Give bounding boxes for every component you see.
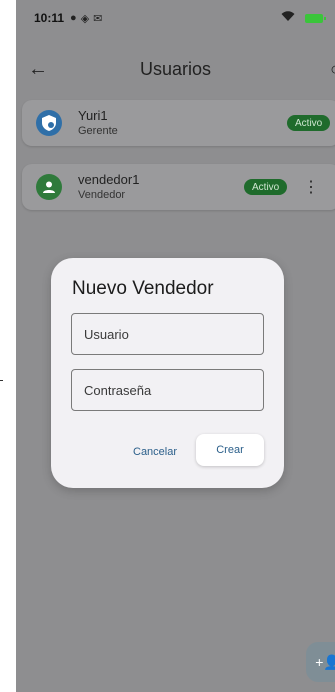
user-name: vendedor1 [78,172,140,187]
record-icon: ● [70,12,77,24]
status-time: 10:11 [34,11,65,25]
app-notification-icon: ◈ [80,12,90,25]
search-icon[interactable]: ○ [330,59,335,80]
user-name: Yuri1 [78,108,108,123]
mail-icon: ✉ [93,12,103,25]
cancel-button[interactable]: Cancelar [125,438,185,466]
user-role: Vendedor [78,189,126,201]
add-user-button[interactable]: +👤 [306,642,335,682]
status-badge: Activo [244,179,288,195]
person-icon [36,174,62,200]
edge-marker [0,380,3,381]
user-card[interactable]: vendedor1 Vendedor Activo ⋮ [22,164,335,210]
user-role: Gerente [78,125,118,137]
person-add-icon: +👤 [315,653,335,670]
battery-icon [305,13,326,23]
page-title: Usuarios [139,59,212,79]
dialog-title: Nuevo Vendedor [72,278,214,299]
user-card[interactable]: Yuri1 Gerente Activo [22,100,335,146]
status-bar: 10:11 ● ◈ ✉ [16,0,335,36]
username-input[interactable] [71,313,264,355]
new-seller-dialog: Nuevo Vendedor Cancelar Crear [51,258,284,488]
more-options-icon[interactable]: ⋮ [303,177,319,197]
app-bar: ← Usuarios ○ [16,50,335,90]
shield-account-icon [36,110,62,136]
status-badge: Activo [287,115,331,131]
wifi-icon [281,11,295,25]
create-button[interactable]: Crear [196,434,264,466]
password-input[interactable] [71,369,264,411]
